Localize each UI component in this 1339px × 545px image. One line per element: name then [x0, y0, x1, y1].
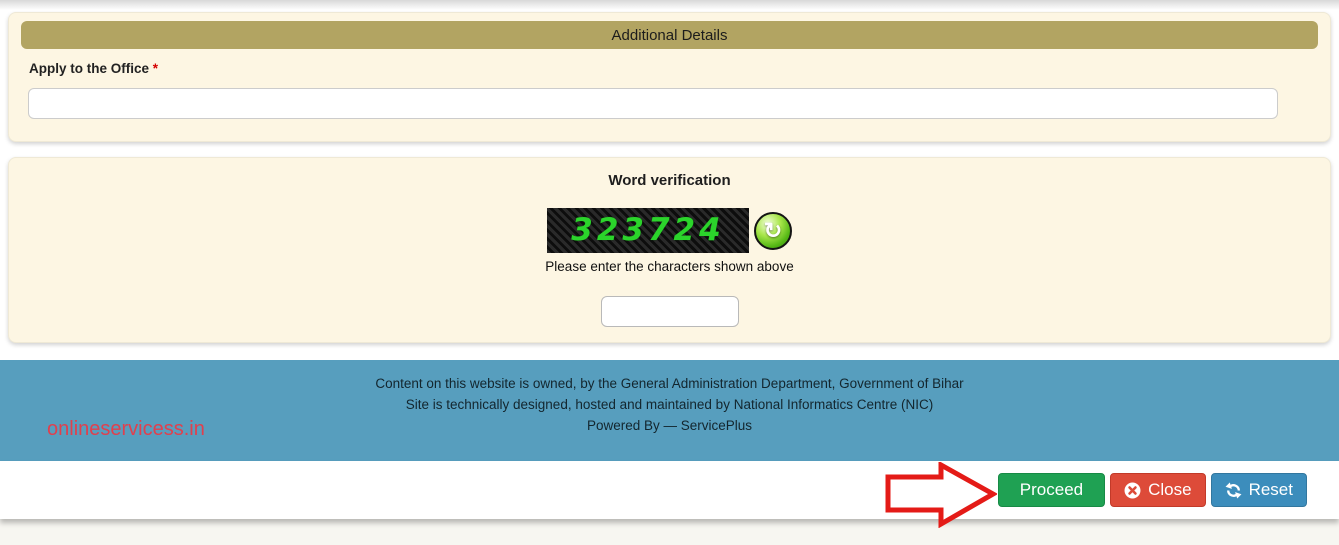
captcha-code: 323724	[571, 212, 725, 248]
red-arrow-annotation	[885, 462, 997, 528]
apply-office-input[interactable]	[28, 88, 1278, 119]
action-bar: Proceed Close Reset	[0, 461, 1339, 528]
top-page-shadow	[0, 0, 1339, 10]
footer-line-ownership: Content on this website is owned, by the…	[375, 376, 964, 391]
word-verification-panel: Word verification 323724 ↻ Please enter …	[8, 157, 1331, 343]
apply-office-label: Apply to the Office *	[29, 61, 159, 76]
captcha-image: 323724	[547, 208, 749, 253]
close-label: Close	[1148, 480, 1192, 499]
refresh-icon: ↻	[763, 217, 783, 243]
close-button[interactable]: Close	[1110, 473, 1206, 507]
proceed-label: Proceed	[1019, 480, 1084, 499]
required-asterisk: *	[152, 61, 159, 76]
watermark-onlineservicess: onlineservicess.in	[47, 418, 205, 440]
bottom-page-background	[0, 519, 1339, 545]
captcha-row: 323724 ↻	[9, 208, 1330, 253]
captcha-refresh-button[interactable]: ↻	[754, 211, 792, 250]
captcha-instruction: Please enter the characters shown above	[545, 259, 794, 274]
site-footer: Content on this website is owned, by the…	[0, 360, 1339, 461]
footer-line-nic: Site is technically designed, hosted and…	[405, 397, 934, 412]
refresh-icon	[1225, 482, 1242, 499]
reset-label: Reset	[1248, 480, 1293, 499]
word-verification-title: Word verification	[608, 172, 731, 189]
proceed-button[interactable]: Proceed	[997, 473, 1106, 507]
additional-details-panel: Additional Details Apply to the Office *	[8, 12, 1331, 142]
additional-details-header: Additional Details	[21, 21, 1318, 49]
x-circle-icon	[1124, 482, 1141, 499]
captcha-input[interactable]	[600, 296, 739, 327]
additional-details-title: Additional Details	[611, 26, 728, 44]
reset-button[interactable]: Reset	[1210, 473, 1307, 507]
